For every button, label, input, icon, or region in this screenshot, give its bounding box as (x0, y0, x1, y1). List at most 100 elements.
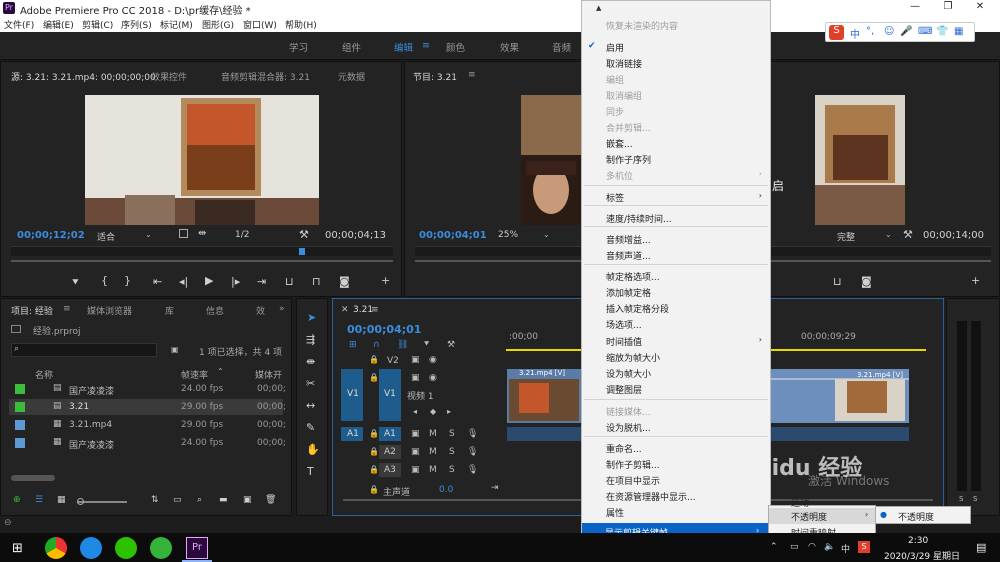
track-output-icon[interactable]: ▣ (411, 447, 420, 457)
chrome-icon[interactable] (45, 537, 67, 559)
menu-item[interactable]: 启用 (606, 41, 624, 54)
new-bin-icon[interactable]: ▬ (219, 495, 228, 505)
solo-button[interactable]: S (449, 465, 455, 475)
microphone-icon[interactable]: 🎙 (467, 447, 478, 457)
menu-edit[interactable]: 编辑(E) (43, 18, 74, 31)
close-icon[interactable]: ✕ (341, 305, 349, 315)
razor-tool-icon[interactable]: ✂ (306, 377, 315, 390)
lift-icon[interactable]: ⊔ (833, 275, 842, 288)
in-point-icon[interactable]: { (101, 274, 108, 287)
pen-tool-icon[interactable]: ✎ (306, 421, 315, 434)
microphone-icon[interactable]: 🎙 (467, 465, 478, 475)
tray-up-arrow-icon[interactable]: ⌃ (770, 542, 778, 552)
source-playhead[interactable] (299, 248, 305, 255)
tab-media-browser[interactable]: 媒体浏览器 (87, 304, 132, 317)
tab-audio-clip-mixer[interactable]: 音频剪辑混合器: 3.21 (221, 70, 310, 83)
voice-icon[interactable]: 🎤 (900, 26, 912, 37)
ime-language[interactable]: 中 (850, 26, 860, 41)
selection-tool-icon[interactable]: ➤ (307, 311, 316, 324)
solo-button[interactable]: S (449, 429, 455, 439)
keyboard-icon[interactable]: ⌨ (918, 26, 932, 37)
tab-info[interactable]: 信息 (206, 304, 224, 317)
workspace-menu-icon[interactable]: ≡ (422, 40, 430, 51)
project-horizontal-scrollbar[interactable] (11, 475, 55, 481)
mute-button[interactable]: M (429, 429, 437, 439)
settings-square-icon[interactable] (179, 229, 188, 238)
menu-item[interactable]: 在资源管理器中显示... (606, 490, 696, 503)
list-view-icon[interactable]: ☰ (35, 495, 43, 505)
menu-item[interactable]: 场选项... (606, 318, 642, 331)
menu-item[interactable]: 添加帧定格 (606, 286, 651, 299)
camera-icon[interactable]: ◙ (861, 275, 872, 288)
icon-view-icon[interactable]: ▦ (57, 495, 66, 505)
split-icon[interactable]: ⇹ (198, 228, 206, 239)
keyframe-icon[interactable]: ◆ (430, 407, 436, 416)
video-clip-1[interactable]: 3.21.mp4 [V] (507, 369, 583, 423)
label-color-swatch[interactable] (15, 438, 25, 448)
menu-item[interactable]: 制作子序列 (606, 153, 651, 166)
go-to-in-icon[interactable]: ⇤ (153, 275, 162, 288)
source-time-ruler[interactable] (11, 246, 393, 256)
menu-marker[interactable]: 标记(M) (160, 18, 193, 31)
lock-icon[interactable]: 🔒 (369, 447, 379, 456)
solo-button[interactable]: S (449, 447, 455, 457)
ripple-edit-tool-icon[interactable]: ⇼ (306, 355, 315, 368)
tab-program[interactable]: 节目: 3.21 (413, 70, 457, 83)
program-zoom-dropdown[interactable]: 25% (498, 230, 518, 240)
insert-icon[interactable]: ⊔ (285, 275, 294, 288)
add-button-icon[interactable]: + (971, 274, 980, 287)
tray-network-icon[interactable]: ▭ (790, 542, 799, 552)
menu-graphics[interactable]: 图形(G) (202, 18, 234, 31)
new-item-icon[interactable]: ▣ (243, 495, 252, 505)
tab-effect-controls[interactable]: 效果控件 (151, 70, 187, 83)
step-back-icon[interactable]: ◂| (179, 275, 188, 288)
type-tool-icon[interactable]: T (307, 465, 314, 478)
track-output-icon[interactable]: ▣ (411, 429, 420, 439)
panel-menu-icon[interactable]: ≡ (371, 305, 379, 315)
table-row[interactable]: ▦ 国产凌凌漆 24.00 fps 00;00; (9, 435, 286, 451)
tray-sogou-icon[interactable]: S (858, 541, 870, 553)
add-button-icon[interactable]: + (381, 274, 390, 287)
more-panels-icon[interactable]: » (279, 304, 285, 314)
menu-item[interactable]: 制作子剪辑... (606, 458, 660, 471)
kugou-icon[interactable] (80, 537, 102, 559)
restore-button[interactable]: ❐ (938, 1, 958, 15)
microphone-icon[interactable]: 🎙 (467, 429, 478, 439)
menu-item[interactable]: 音频增益... (606, 233, 651, 246)
step-forward-icon[interactable]: |▸ (231, 275, 240, 288)
timeline-timecode[interactable]: 00;00;04;01 (347, 323, 421, 336)
column-name[interactable]: 名称 (35, 368, 53, 381)
punctuation-icon[interactable]: °, (866, 26, 874, 37)
track-select-tool-icon[interactable]: ⇶ (306, 333, 315, 346)
lock-icon[interactable]: ⊕ (13, 495, 21, 505)
menu-item[interactable]: 设为帧大小 (606, 367, 651, 380)
close-button[interactable]: ✕ (970, 1, 990, 15)
eye-icon[interactable]: ◉ (429, 373, 437, 383)
linked-selection-icon[interactable]: ⛓ (397, 340, 408, 350)
minimize-button[interactable]: — (905, 1, 925, 15)
lock-icon[interactable]: 🔒 (369, 429, 379, 438)
source-fit-dropdown[interactable]: 适合 (97, 230, 115, 243)
wrench-icon[interactable]: ⚒ (299, 228, 309, 241)
menu-item[interactable]: 在项目中显示 (606, 474, 660, 487)
nest-toggle-icon[interactable]: ⊞ (349, 340, 357, 350)
project-search-input[interactable] (11, 343, 157, 357)
camera-icon[interactable]: ◙ (339, 275, 350, 288)
browser-icon[interactable] (150, 537, 172, 559)
slip-tool-icon[interactable]: ↔ (306, 399, 315, 412)
skin-icon[interactable]: 👕 (936, 26, 948, 37)
column-frame-rate[interactable]: 帧速率 (181, 368, 208, 381)
master-volume-value[interactable]: 0.0 (439, 485, 453, 495)
find-icon[interactable]: ⌕ (197, 495, 202, 505)
sort-icon[interactable]: ⇅ (151, 495, 159, 505)
tray-ime-label[interactable]: 中 (841, 542, 850, 555)
wrench-icon[interactable]: ⚒ (903, 228, 913, 241)
menu-item[interactable]: 重命名... (606, 442, 642, 455)
menu-item[interactable]: 缩放为帧大小 (606, 351, 660, 364)
add-marker-icon[interactable]: ⯆ (423, 340, 430, 350)
windows-start-icon[interactable]: ⊞ (12, 541, 23, 556)
menu-item[interactable]: 取消链接 (606, 57, 642, 70)
zoom-slider[interactable] (77, 501, 127, 503)
solo-right-button[interactable]: S (973, 495, 977, 503)
menu-help[interactable]: 帮助(H) (285, 18, 317, 31)
